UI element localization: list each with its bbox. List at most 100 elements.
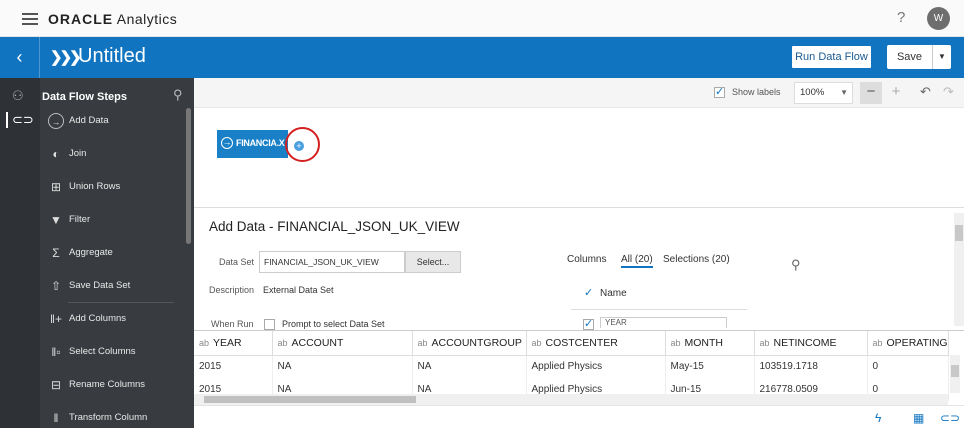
- header-label: NETINCOME: [773, 336, 837, 349]
- dataset-input[interactable]: FINANCIAL_JSON_UK_VIEW: [259, 251, 405, 273]
- column-name-field[interactable]: YEAR: [600, 317, 727, 328]
- column-checkbox[interactable]: [583, 317, 594, 330]
- step-label: Add Columns: [69, 313, 127, 324]
- description-label: Description: [209, 285, 255, 295]
- help-icon[interactable]: ?: [897, 9, 905, 26]
- data-flow-canvas[interactable]: → FINANCIA.X +: [194, 108, 964, 208]
- column-header-netincome[interactable]: ab NETINCOME: [754, 331, 868, 356]
- scroll-thumb[interactable]: [955, 225, 963, 241]
- add-data-icon: →: [221, 137, 233, 149]
- header-label: YEAR: [213, 336, 242, 349]
- table-cell: NA: [412, 355, 527, 378]
- dataflow-node-financial[interactable]: → FINANCIA.X: [217, 130, 288, 158]
- step-add-columns[interactable]: ‖+ Add Columns: [46, 308, 184, 332]
- step-save-data-set[interactable]: ⇧ Save Data Set: [46, 275, 184, 299]
- page-title[interactable]: Untitled: [78, 45, 146, 68]
- user-avatar[interactable]: W: [927, 7, 950, 30]
- step-union-rows[interactable]: ⊞ Union Rows: [46, 176, 184, 200]
- scroll-thumb[interactable]: [951, 365, 959, 377]
- tab-all-columns[interactable]: All (20): [621, 254, 653, 268]
- steps-panel-title: Data Flow Steps: [42, 91, 127, 103]
- search-icon[interactable]: ⚲: [791, 257, 801, 273]
- zoom-out-button[interactable]: −: [860, 82, 882, 104]
- table-cell: 103519.1718: [754, 355, 868, 378]
- data-preview-table: ab YEAR ab ACCOUNT ab ACCOUNTGROUP ab COSTCE…: [194, 330, 964, 405]
- step-label: Transform Column: [69, 412, 148, 423]
- column-header-costcenter[interactable]: ab COSTCENTER: [526, 331, 666, 356]
- add-step-plus-icon[interactable]: +: [294, 141, 304, 151]
- header-label: ACCOUNT: [291, 336, 344, 349]
- tab-selections[interactable]: Selections (20): [663, 254, 730, 265]
- column-header-year[interactable]: ab YEAR: [194, 331, 273, 356]
- table-vertical-scrollbar[interactable]: [950, 355, 960, 393]
- step-select-columns[interactable]: ‖▫ Select Columns: [46, 341, 184, 365]
- zoom-select[interactable]: 100% ▼: [794, 82, 853, 104]
- columns-name-header: Name: [571, 278, 747, 310]
- steps-divider: [68, 302, 174, 303]
- table-row: 2015 NA NA Applied Physics May-15 103519…: [194, 355, 949, 378]
- transform-column-icon: ‖: [53, 411, 59, 425]
- step-label: Add Data: [69, 115, 109, 126]
- steps-scrollbar[interactable]: [186, 108, 191, 244]
- step-label: Join: [69, 148, 87, 159]
- header-label: COSTCENTER: [545, 336, 618, 349]
- select-dataset-button[interactable]: Select...: [405, 251, 461, 273]
- left-icon-strip: ⚇ ⊂⊃: [0, 78, 40, 428]
- bottom-toolbar: ϟ ▦ ⊂⊃: [194, 405, 964, 428]
- table-cell: Applied Physics: [526, 355, 666, 378]
- filter-icon: ▼: [50, 213, 62, 227]
- step-rename-columns[interactable]: ⊟ Rename Columns: [46, 374, 184, 398]
- caret-down-icon[interactable]: ▼: [932, 45, 951, 69]
- scroll-thumb[interactable]: [204, 396, 416, 403]
- search-icon[interactable]: ⚲: [173, 87, 183, 103]
- step-join[interactable]: ◐ Join: [46, 143, 184, 167]
- oracle-analytics-window: ORACLE Analytics ? W ‹ ❯❯❯ Untitled Run …: [0, 0, 964, 428]
- step-label: Union Rows: [69, 181, 121, 192]
- select-columns-icon: ‖▫: [51, 345, 61, 359]
- dataflow-header: ‹ ❯❯❯ Untitled Run Data Flow Save ▼: [0, 37, 964, 78]
- data-flow-steps-icon[interactable]: ⚇: [12, 88, 24, 104]
- data-flow-steps-panel: Data Flow Steps ⚲ → Add Data ◐ Join ⊞ Un…: [40, 78, 194, 428]
- step-filter[interactable]: ▼ Filter: [46, 209, 184, 233]
- details-scrollbar[interactable]: [954, 213, 964, 326]
- oracle-analytics-logo: ORACLE Analytics: [48, 11, 178, 27]
- step-label: Save Data Set: [69, 280, 131, 291]
- save-button[interactable]: Save: [887, 45, 932, 69]
- column-header-operating[interactable]: ab OPERATING: [867, 331, 949, 356]
- text-type-icon: ab: [417, 337, 428, 348]
- column-header-accountgroup[interactable]: ab ACCOUNTGROUP: [412, 331, 527, 356]
- add-data-icon: →: [48, 113, 64, 129]
- table-cell: 2015: [194, 355, 273, 378]
- zoom-in-button[interactable]: +: [885, 82, 907, 104]
- step-transform-column[interactable]: ‖ Transform Column: [46, 407, 184, 428]
- dataflow-icon: ❯❯❯: [50, 49, 82, 66]
- table-horizontal-scrollbar[interactable]: [194, 394, 948, 405]
- save-button-group: Save ▼: [887, 45, 951, 69]
- redo-icon[interactable]: ↷: [943, 84, 954, 100]
- column-header-month[interactable]: ab MONTH: [665, 331, 755, 356]
- when-run-label: When Run: [211, 319, 254, 329]
- header-label: OPERATING: [886, 336, 948, 349]
- union-rows-icon: ⊞: [50, 180, 62, 194]
- caret-down-icon: ▼: [840, 88, 848, 97]
- link-icon[interactable]: ⊂⊃: [12, 112, 34, 128]
- table-view-icon[interactable]: ▦: [913, 411, 924, 425]
- step-add-data[interactable]: → Add Data: [46, 110, 184, 134]
- hamburger-menu-icon[interactable]: [22, 13, 38, 25]
- run-data-flow-button[interactable]: Run Data Flow: [791, 45, 872, 69]
- prompt-checkbox[interactable]: [264, 319, 275, 330]
- show-labels-checkbox[interactable]: [714, 85, 725, 98]
- columns-label: Columns: [567, 254, 607, 265]
- top-bar: ORACLE Analytics ? W: [0, 0, 964, 37]
- text-type-icon: ab: [277, 337, 288, 348]
- text-type-icon: ab: [759, 337, 770, 348]
- step-aggregate[interactable]: Σ Aggregate: [46, 242, 184, 266]
- column-header-account[interactable]: ab ACCOUNT: [272, 331, 413, 356]
- text-type-icon: ab: [199, 337, 210, 348]
- undo-icon[interactable]: ↶: [920, 84, 931, 100]
- link-icon[interactable]: ⊂⊃: [940, 411, 960, 425]
- header-label: MONTH: [684, 336, 724, 349]
- chevron-left-icon[interactable]: ‹: [0, 37, 40, 78]
- select-all-checkbox[interactable]: [583, 286, 594, 299]
- lightning-icon[interactable]: ϟ: [875, 411, 881, 425]
